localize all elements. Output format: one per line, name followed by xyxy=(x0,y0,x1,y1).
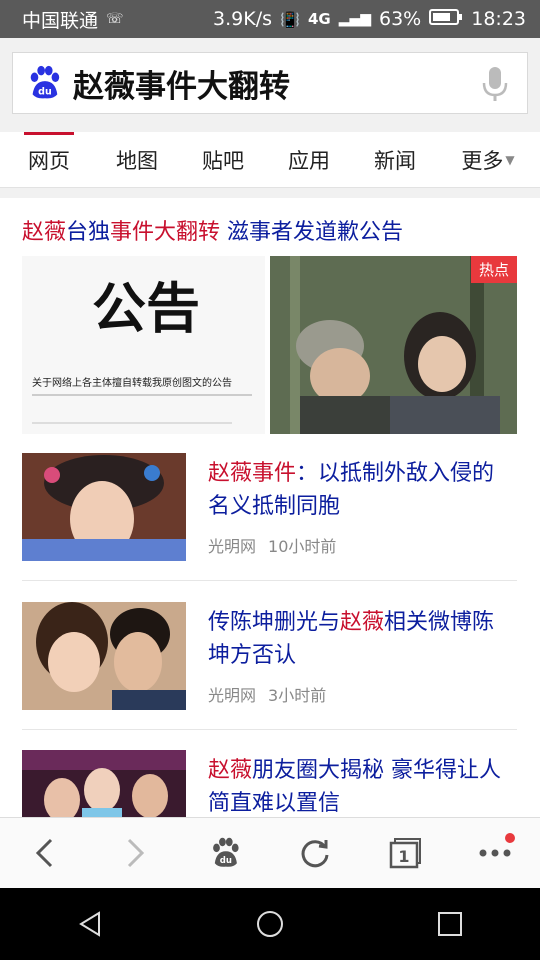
search-area: du 赵薇事件大翻转 xyxy=(0,38,540,132)
microphone-icon[interactable] xyxy=(481,65,509,103)
list-item[interactable]: 赵薇朋友圈大揭秘 豪华得让人简直难以置信 xyxy=(22,750,517,817)
tab-tieba[interactable]: 贴吧 xyxy=(198,132,248,188)
article-meta: 光明网 3小时前 xyxy=(208,686,327,705)
tab-webpage[interactable]: 网页 xyxy=(24,132,74,188)
forward-button[interactable] xyxy=(105,823,165,883)
article-thumbnail xyxy=(22,602,186,710)
network-speed: 3.9K/s xyxy=(213,8,273,30)
chevron-left-icon xyxy=(35,838,53,868)
notification-dot xyxy=(505,833,515,843)
article-title: 传陈坤删光与赵薇相关微博陈坤方否认 xyxy=(208,610,495,668)
photo-image[interactable]: 热点 xyxy=(270,256,517,434)
divider xyxy=(22,729,517,730)
article-title: 赵薇事件：以抵制外敌入侵的名义抵制同胞 xyxy=(208,461,495,519)
featured-headline[interactable]: 赵薇台独事件大翻转 滋事者发道歉公告 xyxy=(22,214,403,246)
refresh-icon xyxy=(301,840,329,868)
svg-text:1: 1 xyxy=(398,847,409,866)
section-gap xyxy=(0,188,540,198)
vibrate-icon: 📳 xyxy=(280,9,300,29)
divider xyxy=(22,580,517,581)
menu-button[interactable] xyxy=(465,823,525,883)
divider xyxy=(32,422,232,424)
battery-percent: 63% xyxy=(379,8,422,30)
baidu-paw-icon[interactable]: du xyxy=(25,64,63,102)
baidu-paw-icon: du xyxy=(213,837,239,867)
system-navbar xyxy=(0,888,540,960)
list-item[interactable]: 传陈坤删光与赵薇相关微博陈坤方否认 光明网 3小时前 xyxy=(22,602,517,710)
tabs-button[interactable]: 1 xyxy=(375,823,435,883)
category-tabs: 网页 地图 贴吧 应用 新闻 更多 ▼ xyxy=(0,132,540,188)
refresh-button[interactable] xyxy=(285,823,345,883)
more-dots-icon xyxy=(479,849,511,857)
chevron-down-icon: ▼ xyxy=(505,153,515,167)
search-input[interactable]: du 赵薇事件大翻转 xyxy=(12,52,528,114)
article-thumbnail xyxy=(22,750,186,817)
notice-caption: 关于网络上各主体擅自转载我原创图文的公告 xyxy=(32,378,232,389)
chevron-right-icon xyxy=(127,838,145,868)
article-meta: 光明网 10小时前 xyxy=(208,537,337,556)
notice-image[interactable]: 公告 关于网络上各主体擅自转载我原创图文的公告 xyxy=(22,256,265,434)
back-button[interactable] xyxy=(15,823,75,883)
browser-toolbar: du 1 xyxy=(0,817,540,888)
network-type: 4G xyxy=(307,10,331,28)
svg-text:du: du xyxy=(38,86,52,97)
status-bar: 中国联通 ☏ 3.9K/s 📳 4G ▂▄▆ 63% 18:23 xyxy=(0,0,540,38)
divider xyxy=(32,394,252,396)
carrier-label: 中国联通 xyxy=(22,9,99,32)
battery-icon xyxy=(429,8,463,31)
home-circle-icon[interactable] xyxy=(255,909,285,939)
search-query: 赵薇事件大翻转 xyxy=(73,68,290,105)
wifi-call-icon: ☏ xyxy=(106,11,124,27)
tab-more[interactable]: 更多 ▼ xyxy=(456,132,520,188)
article-title: 赵薇朋友圈大揭秘 豪华得让人简直难以置信 xyxy=(208,758,502,816)
tab-news[interactable]: 新闻 xyxy=(370,132,420,188)
signal-icon: ▂▄▆ xyxy=(338,11,371,27)
notice-title: 公告 xyxy=(92,277,200,340)
article-thumbnail xyxy=(22,453,186,561)
svg-text:du: du xyxy=(220,856,232,866)
home-button[interactable]: du xyxy=(195,823,255,883)
recents-square-icon[interactable] xyxy=(435,909,465,939)
hot-badge: 热点 xyxy=(470,256,517,283)
tab-apps[interactable]: 应用 xyxy=(284,132,334,188)
list-item[interactable]: 赵薇事件：以抵制外敌入侵的名义抵制同胞 光明网 10小时前 xyxy=(22,453,517,561)
back-triangle-icon[interactable] xyxy=(75,909,105,939)
clock: 18:23 xyxy=(471,8,526,30)
tab-map[interactable]: 地图 xyxy=(112,132,162,188)
window-count-icon: 1 xyxy=(389,838,421,869)
